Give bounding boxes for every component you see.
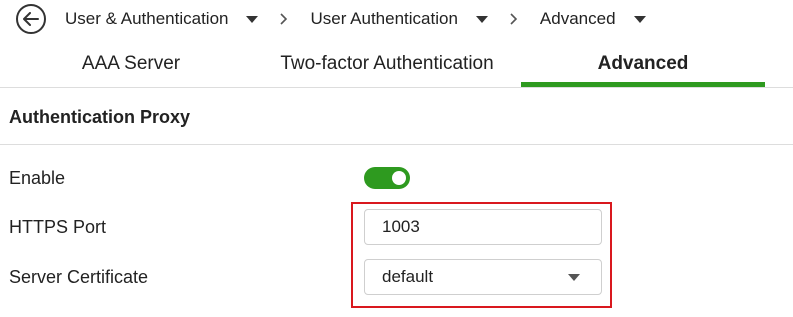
tab-label: Advanced	[597, 53, 689, 74]
chevron-right-icon	[280, 13, 288, 25]
breadcrumb-label: Advanced	[539, 9, 616, 28]
toggle-knob	[392, 171, 406, 185]
tab-advanced[interactable]: Advanced	[521, 40, 765, 88]
https-port-label: HTTPS Port	[9, 217, 107, 237]
tab-aaa-server[interactable]: AAA Server	[60, 40, 202, 88]
tab-label: Two-factor Authentication	[280, 53, 494, 74]
chevron-right-icon	[510, 13, 518, 25]
tab-label: AAA Server	[81, 53, 181, 74]
caret-down-icon[interactable]	[475, 15, 488, 23]
server-certificate-value: default	[382, 267, 434, 286]
server-certificate-select[interactable]: default	[364, 259, 602, 295]
breadcrumb: User & Authentication User Authenticatio…	[16, 4, 646, 34]
server-certificate-label: Server Certificate	[9, 267, 149, 287]
tab-bar: AAA Server Two-factor Authentication Adv…	[0, 40, 793, 88]
breadcrumb-label: User & Authentication	[65, 9, 229, 28]
caret-down-icon	[568, 273, 580, 281]
enable-label: Enable	[9, 168, 66, 188]
active-tab-indicator	[521, 82, 765, 87]
section-divider	[0, 144, 793, 145]
caret-down-icon[interactable]	[633, 15, 646, 23]
tab-two-factor-authentication[interactable]: Two-factor Authentication	[256, 40, 518, 88]
enable-toggle[interactable]	[364, 167, 410, 189]
breadcrumb-item-advanced[interactable]: Advanced	[540, 9, 646, 29]
back-arrow-icon[interactable]	[16, 4, 46, 34]
breadcrumb-item-user-authentication-category[interactable]: User & Authentication	[65, 9, 259, 29]
caret-down-icon[interactable]	[246, 15, 259, 23]
https-port-input[interactable]	[364, 209, 602, 245]
breadcrumb-item-user-authentication[interactable]: User Authentication	[310, 9, 488, 29]
breadcrumb-label: User Authentication	[310, 9, 458, 28]
section-title: Authentication Proxy	[9, 107, 191, 127]
